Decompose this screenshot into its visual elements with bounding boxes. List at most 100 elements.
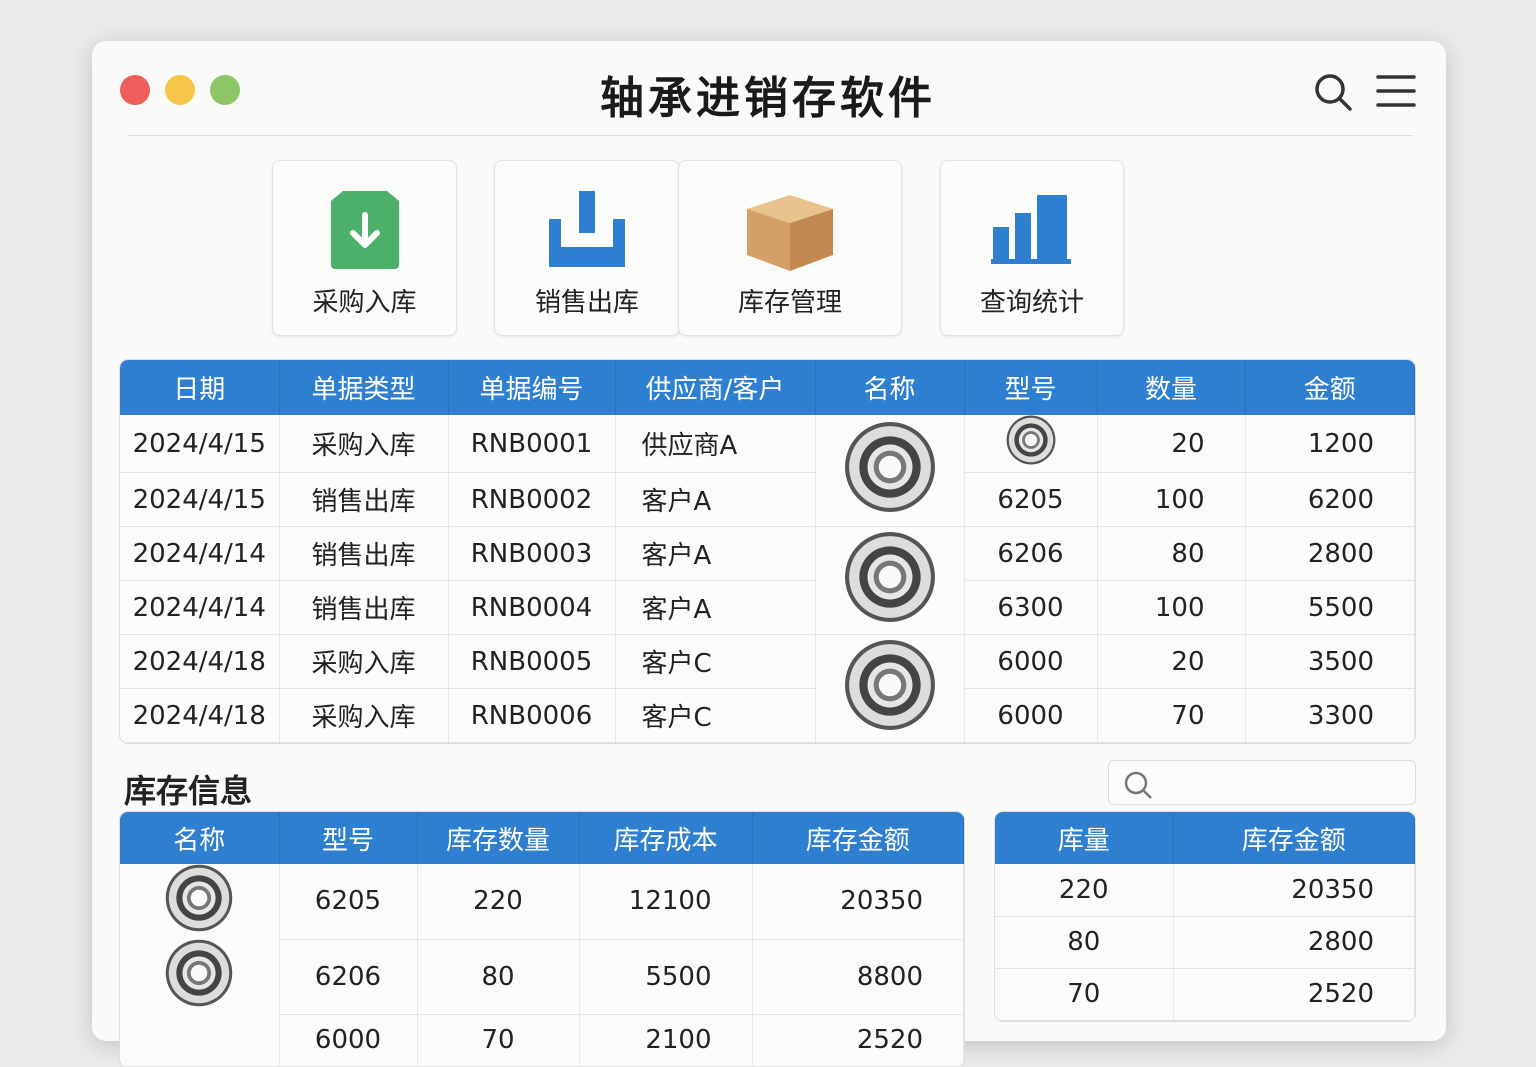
type-cell: 采购入库 bbox=[279, 634, 449, 689]
number-cell: RNB0003 bbox=[448, 526, 616, 581]
date-cell: 2024/4/15 bbox=[120, 415, 280, 473]
table-row[interactable]: 2024/4/15 销售出库 RNB0002 客户A 6205 100 6200 bbox=[120, 472, 1415, 527]
type-cell: 采购入库 bbox=[279, 688, 449, 743]
bearing-image bbox=[844, 640, 935, 730]
name-image-cell bbox=[120, 939, 280, 1014]
column-header: 单据类型 bbox=[279, 360, 449, 415]
model-cell: 6000 bbox=[964, 688, 1098, 743]
number-cell: RNB0006 bbox=[448, 688, 616, 743]
column-header: 名称 bbox=[120, 812, 280, 864]
quantity-cell: 80 bbox=[1097, 526, 1246, 581]
number-cell: RNB0001 bbox=[448, 415, 616, 473]
table-row[interactable]: 80 2800 bbox=[995, 916, 1415, 969]
date-cell: 2024/4/18 bbox=[120, 688, 280, 743]
name-image-cell bbox=[815, 634, 965, 743]
model-cell bbox=[964, 415, 1098, 473]
transactions-table: 日期 单据类型 单据编号 供应商/客户 名称 型号 数量 金额 2024/4/15 采购入库 RN… bbox=[120, 360, 1415, 743]
table-row[interactable]: 70 2520 bbox=[995, 968, 1415, 1021]
menu-icon[interactable] bbox=[1376, 74, 1416, 108]
column-header: 库存金额 bbox=[1173, 812, 1415, 864]
number-cell: RNB0002 bbox=[448, 472, 616, 527]
column-header: 单据编号 bbox=[448, 360, 616, 415]
table-row[interactable]: 2024/4/14 销售出库 RNB0003 客户A 6206 80 2800 bbox=[120, 526, 1415, 635]
table-row[interactable]: 6000 70 2100 2520 bbox=[120, 1014, 964, 1067]
party-cell: 客户A bbox=[615, 580, 816, 635]
bearing-image bbox=[166, 864, 233, 932]
name-cell bbox=[120, 1014, 280, 1067]
column-header: 名称 bbox=[815, 360, 965, 415]
tile-sales-out[interactable]: 销售出库 bbox=[494, 160, 680, 336]
date-cell: 2024/4/14 bbox=[120, 526, 280, 581]
tile-label: 销售出库 bbox=[534, 288, 639, 318]
type-cell: 采购入库 bbox=[279, 415, 449, 473]
tile-statistics[interactable]: 查询统计 bbox=[940, 160, 1124, 336]
column-header: 型号 bbox=[279, 812, 418, 864]
quantity-cell: 20 bbox=[1097, 415, 1246, 473]
date-cell: 2024/4/18 bbox=[120, 634, 280, 689]
party-cell: 客户C bbox=[615, 688, 816, 743]
party-cell: 客户A bbox=[615, 526, 816, 581]
divider bbox=[128, 135, 1413, 136]
tile-label: 采购入库 bbox=[312, 288, 417, 318]
table-header-row: 名称 型号 库存数量 库存成本 库存金额 bbox=[120, 812, 964, 864]
column-header: 数量 bbox=[1097, 360, 1246, 415]
quantity-cell: 80 bbox=[995, 916, 1174, 969]
number-cell: RNB0004 bbox=[448, 580, 616, 635]
value-cell: 20350 bbox=[1173, 864, 1415, 917]
tile-label: 库存管理 bbox=[737, 288, 842, 318]
column-header: 库量 bbox=[995, 812, 1174, 864]
model-cell: 6206 bbox=[279, 939, 418, 1015]
date-cell: 2024/4/14 bbox=[120, 580, 280, 635]
app-title: 轴承进销存软件 bbox=[600, 73, 936, 124]
value-cell: 2520 bbox=[1173, 968, 1415, 1021]
number-cell: RNB0005 bbox=[448, 634, 616, 689]
value-cell: 8800 bbox=[752, 939, 964, 1015]
amount-cell: 3300 bbox=[1245, 688, 1415, 743]
name-image-cell bbox=[815, 526, 965, 635]
column-header: 型号 bbox=[964, 360, 1098, 415]
cardboard-box-icon bbox=[747, 195, 833, 271]
search-icon[interactable] bbox=[1313, 72, 1353, 112]
inventory-section-title: 库存信息 bbox=[124, 772, 253, 810]
quantity-cell: 220 bbox=[995, 864, 1174, 917]
inventory-summary-table: 库量 库存金额 220 20350 80 2800 70 2520 bbox=[995, 812, 1415, 1021]
bearing-image bbox=[166, 939, 233, 1007]
column-header: 金额 bbox=[1245, 360, 1415, 415]
value-cell: 2520 bbox=[752, 1014, 964, 1067]
table-header-row: 库量 库存金额 bbox=[995, 812, 1415, 864]
bar-chart-icon bbox=[991, 195, 1071, 264]
quantity-cell: 70 bbox=[995, 968, 1174, 1021]
amount-cell: 2800 bbox=[1245, 526, 1415, 581]
table-row[interactable]: 6205 220 12100 20350 bbox=[120, 864, 964, 940]
date-cell: 2024/4/15 bbox=[120, 472, 280, 527]
tile-label: 查询统计 bbox=[979, 288, 1084, 318]
type-cell: 销售出库 bbox=[279, 526, 449, 581]
table-row[interactable]: 6206 80 5500 8800 bbox=[120, 939, 964, 1015]
quantity-cell: 70 bbox=[1097, 688, 1246, 743]
value-cell: 2800 bbox=[1173, 916, 1415, 969]
tile-purchase-in[interactable]: 采购入库 bbox=[272, 160, 457, 336]
table-row[interactable]: 220 20350 bbox=[995, 864, 1415, 917]
quantity-cell: 100 bbox=[1097, 472, 1246, 527]
model-cell: 6205 bbox=[279, 864, 418, 940]
column-header: 库存金额 bbox=[752, 812, 964, 864]
tile-inventory[interactable]: 库存管理 bbox=[678, 160, 902, 336]
model-cell: 6300 bbox=[964, 580, 1098, 635]
party-cell: 客户C bbox=[615, 634, 816, 689]
inventory-search-input[interactable] bbox=[1108, 760, 1416, 805]
column-header: 库存成本 bbox=[579, 812, 753, 864]
table-row[interactable]: 2024/4/18 采购入库 RNB0006 客户C 6000 70 3300 bbox=[120, 688, 1415, 743]
table-row[interactable]: 2024/4/18 采购入库 RNB0005 客户C 6000 20 3500 bbox=[120, 634, 1415, 743]
quantity-cell: 80 bbox=[417, 939, 580, 1015]
table-header-row: 日期 单据类型 单据编号 供应商/客户 名称 型号 数量 金额 bbox=[120, 360, 1415, 415]
table-row[interactable]: 2024/4/14 销售出库 RNB0004 客户A 6300 100 5500 bbox=[120, 580, 1415, 635]
name-image-cell bbox=[120, 864, 280, 939]
bearing-image bbox=[844, 422, 935, 512]
cost-cell: 5500 bbox=[579, 939, 753, 1015]
name-image-cell bbox=[815, 415, 965, 527]
amount-cell: 1200 bbox=[1245, 415, 1415, 473]
party-cell: 供应商A bbox=[615, 415, 816, 473]
table-row[interactable]: 2024/4/15 采购入库 RNB0001 供应商A 20 1200 bbox=[120, 415, 1415, 527]
amount-cell: 6200 bbox=[1245, 472, 1415, 527]
model-cell: 6206 bbox=[964, 526, 1098, 581]
